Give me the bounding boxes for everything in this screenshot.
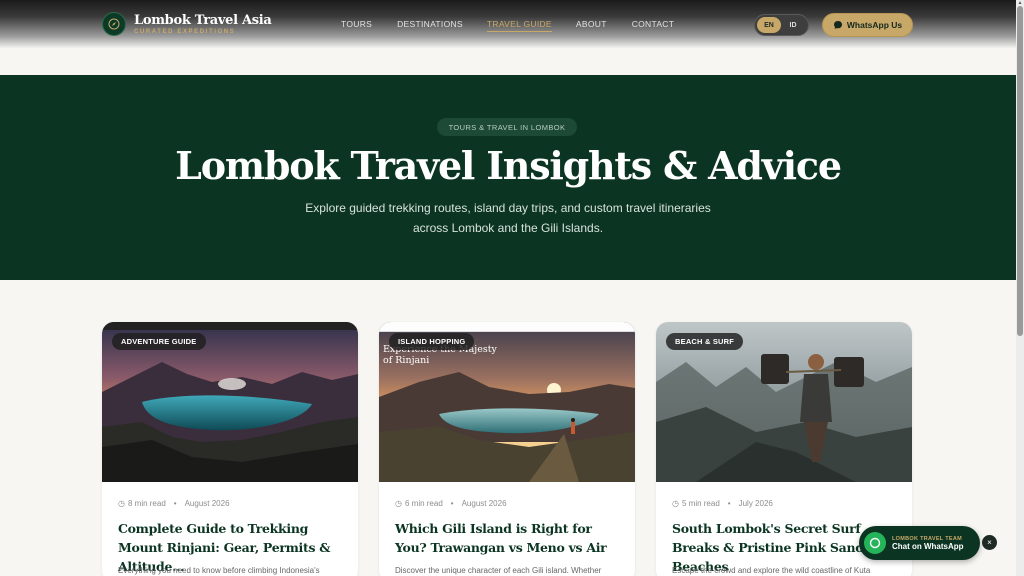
dot-separator: • <box>450 499 454 508</box>
hero-subtitle-line2: across Lombok and the Gili Islands. <box>412 221 604 235</box>
nav-about[interactable]: ABOUT <box>576 19 607 32</box>
card-image[interactable]: ADVENTURE GUIDE <box>102 322 358 482</box>
whatsapp-button-label: WhatsApp Us <box>846 20 903 30</box>
brand-tagline: CURATED EXPEDITIONS <box>134 28 236 35</box>
category-badge: ADVENTURE GUIDE <box>112 333 206 350</box>
card-title[interactable]: Which Gili Island is Right for You? Traw… <box>395 519 623 557</box>
brand-name[interactable]: Lombok Travel Asia <box>134 13 272 28</box>
chat-widget-text: LOMBOK TRAVEL TEAM Chat on WhatsApp <box>892 536 964 551</box>
card-meta: ◷ 5 min read • July 2026 <box>672 499 773 508</box>
nav-contact[interactable]: CONTACT <box>632 19 675 32</box>
image-top-strip <box>379 322 635 332</box>
card-excerpt: Discover the unique character of each Gi… <box>395 566 602 575</box>
publish-date: July 2026 <box>738 499 773 508</box>
read-time: 8 min read <box>127 499 166 508</box>
card-meta: ◷ 8 min read • August 2026 <box>118 499 230 508</box>
scroll-up-arrow-icon[interactable]: ▲ <box>1017 0 1023 6</box>
language-switcher: EN ID <box>754 14 809 36</box>
card-image[interactable]: Experience the Majesty of Rinjani ISLAND… <box>379 322 635 482</box>
card-image[interactable]: BEACH & SURF <box>656 322 912 482</box>
dot-separator: • <box>727 499 731 508</box>
clock-icon: ◷ <box>395 499 402 508</box>
category-badge: ISLAND HOPPING <box>389 333 475 350</box>
dot-separator: • <box>173 499 177 508</box>
lang-en[interactable]: EN <box>757 17 781 33</box>
publish-date: August 2026 <box>461 499 507 508</box>
blog-card[interactable]: Experience the Majesty of Rinjani ISLAND… <box>379 322 635 576</box>
card-excerpt: Everything you need to know before climb… <box>118 566 320 575</box>
hero-section: TOURS & TRAVEL IN LOMBOK Lombok Travel I… <box>0 75 1016 280</box>
chat-cta-label: Chat on WhatsApp <box>892 541 964 551</box>
scrollbar-thumb[interactable] <box>1017 6 1023 336</box>
card-excerpt: Escape the crowd and explore the wild co… <box>672 566 871 575</box>
close-icon[interactable]: × <box>982 535 997 550</box>
read-time: 6 min read <box>404 499 443 508</box>
chat-bubble-icon <box>833 21 842 29</box>
whatsapp-chat-widget[interactable]: LOMBOK TRAVEL TEAM Chat on WhatsApp <box>859 526 980 560</box>
read-time: 5 min read <box>681 499 720 508</box>
category-badge: BEACH & SURF <box>666 333 744 350</box>
brand[interactable]: Lombok Travel Asia CURATED EXPEDITIONS <box>134 13 272 36</box>
lang-id[interactable]: ID <box>781 17 805 33</box>
clock-icon: ◷ <box>118 499 125 508</box>
compass-icon[interactable] <box>102 12 126 36</box>
nav-travel-guide[interactable]: TRAVEL GUIDE <box>486 19 552 32</box>
nav-tours[interactable]: TOURS <box>341 19 372 32</box>
blog-card[interactable]: ADVENTURE GUIDE ◷ 8 min read • August 20… <box>102 322 358 576</box>
hero-badge: TOURS & TRAVEL IN LOMBOK <box>437 118 577 136</box>
page-title: Lombok Travel Insights & Advice <box>175 143 842 188</box>
whatsapp-icon <box>864 532 886 554</box>
publish-date: August 2026 <box>184 499 230 508</box>
clock-icon: ◷ <box>672 499 679 508</box>
hero-subtitle: Explore guided trekking routes, island d… <box>280 198 736 238</box>
nav-destinations[interactable]: DESTINATIONS <box>397 19 463 32</box>
card-meta: ◷ 6 min read • August 2026 <box>395 499 507 508</box>
scrollbar[interactable]: ▲ <box>1016 0 1024 576</box>
main-nav: TOURS DESTINATIONS TRAVEL GUIDE ABOUT CO… <box>341 19 674 32</box>
hero-subtitle-line1: Explore guided trekking routes, island d… <box>305 201 711 215</box>
whatsapp-button[interactable]: WhatsApp Us <box>822 13 913 37</box>
image-top-strip <box>102 322 358 330</box>
